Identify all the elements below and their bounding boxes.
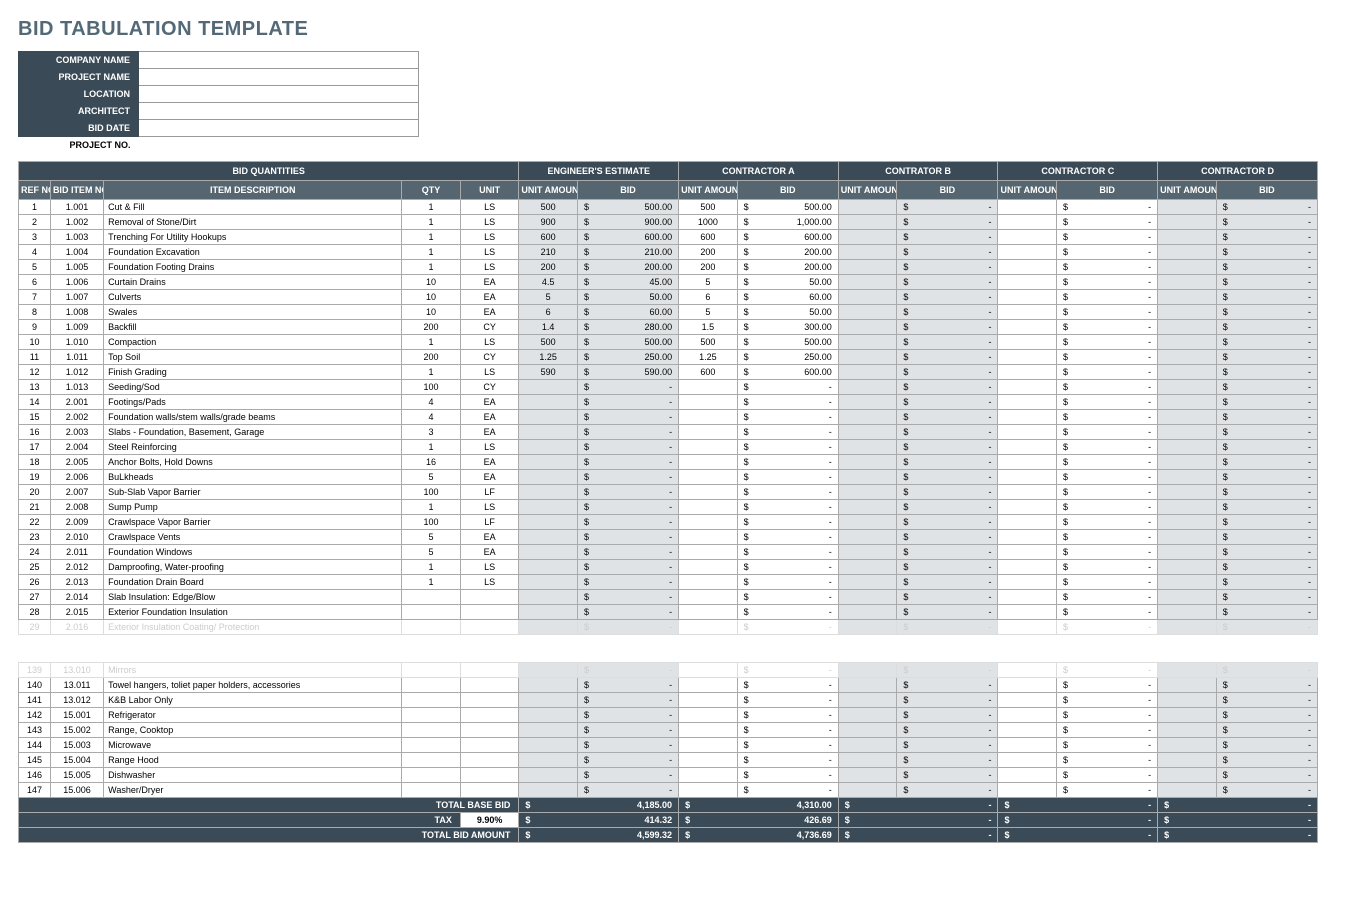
hdr-engineer: ENGINEER'S ESTIMATE bbox=[519, 162, 679, 181]
hdr-c-ua: UNIT AMOUNT bbox=[998, 181, 1057, 200]
table-row: 14315.002Range, Cooktop----- bbox=[19, 723, 1318, 738]
table-row: 14113.012K&B Labor Only----- bbox=[19, 693, 1318, 708]
hdr-ca: CONTRACTOR A bbox=[679, 162, 839, 181]
hdr-a-ua: UNIT AMOUNT bbox=[679, 181, 738, 200]
table-row: 192.006BuLkheads5EA----- bbox=[19, 470, 1318, 485]
value-architect[interactable] bbox=[139, 103, 419, 120]
table-row: 252.012Damproofing, Water-proofing1LS---… bbox=[19, 560, 1318, 575]
page-title: BID TABULATION TEMPLATE bbox=[18, 18, 1339, 41]
hdr-cc: CONTRACTOR C bbox=[998, 162, 1158, 181]
bid-table: BID QUANTITIES ENGINEER'S ESTIMATE CONTR… bbox=[18, 161, 1318, 843]
label-project: PROJECT NAME bbox=[19, 69, 139, 86]
hdr-cb: CONTRATOR B bbox=[838, 162, 998, 181]
table-row: 101.010Compaction1LS500500.00500500.00--… bbox=[19, 335, 1318, 350]
table-row: 71.007Culverts10EA550.00660.00--- bbox=[19, 290, 1318, 305]
table-row: 282.015Exterior Foundation Insulation---… bbox=[19, 605, 1318, 620]
value-location[interactable] bbox=[139, 86, 419, 103]
table-row: 142.001Footings/Pads4EA----- bbox=[19, 395, 1318, 410]
table-row: 272.014Slab Insulation: Edge/Blow----- bbox=[19, 590, 1318, 605]
table-row: 14013.011Towel hangers, toliet paper hol… bbox=[19, 678, 1318, 693]
hdr-b-bid: BID bbox=[897, 181, 998, 200]
hdr-desc: ITEM DESCRIPTION bbox=[104, 181, 402, 200]
project-info-table: COMPANY NAME PROJECT NAME LOCATION ARCHI… bbox=[18, 51, 419, 153]
hdr-ref: REF NO. bbox=[19, 181, 51, 200]
row-total-base: TOTAL BASE BID 4,185.00 4,310.00 - - - bbox=[19, 798, 1318, 813]
row-total-bid: TOTAL BID AMOUNT 4,599.32 4,736.69 - - - bbox=[19, 828, 1318, 843]
hdr-bid-quantities: BID QUANTITIES bbox=[19, 162, 519, 181]
hdr-biditem: BID ITEM NO. bbox=[50, 181, 103, 200]
table-row: 41.004Foundation Excavation1LS210210.002… bbox=[19, 245, 1318, 260]
hdr-a-bid: BID bbox=[737, 181, 838, 200]
table-row: 152.002Foundation walls/stem walls/grade… bbox=[19, 410, 1318, 425]
hdr-c-bid: BID bbox=[1057, 181, 1158, 200]
table-row: 202.007Sub-Slab Vapor Barrier100LF----- bbox=[19, 485, 1318, 500]
label-architect: ARCHITECT bbox=[19, 103, 139, 120]
row-tax: TAX 9.90% 414.32 426.69 - - - bbox=[19, 813, 1318, 828]
tax-rate[interactable]: 9.90% bbox=[460, 813, 519, 828]
value-project[interactable] bbox=[139, 69, 419, 86]
label-biddate: BID DATE bbox=[19, 120, 139, 137]
table-row: 172.004Steel Reinforcing1LS----- bbox=[19, 440, 1318, 455]
label-projectno: PROJECT NO. bbox=[19, 137, 139, 154]
table-row: 111.011Top Soil200CY1.25250.001.25250.00… bbox=[19, 350, 1318, 365]
table-row-fade: 292.016Exterior Insulation Coating/ Prot… bbox=[19, 620, 1318, 635]
table-row: 182.005Anchor Bolts, Hold Downs16EA----- bbox=[19, 455, 1318, 470]
table-row: 222.009Crawlspace Vapor Barrier100LF----… bbox=[19, 515, 1318, 530]
hdr-e-ua: UNIT AMOUNT bbox=[519, 181, 578, 200]
value-projectno[interactable] bbox=[139, 137, 419, 154]
hdr-d-bid: BID bbox=[1216, 181, 1317, 200]
table-row: 162.003Slabs - Foundation, Basement, Gar… bbox=[19, 425, 1318, 440]
hdr-e-bid: BID bbox=[577, 181, 678, 200]
label-company: COMPANY NAME bbox=[19, 52, 139, 69]
table-row: 11.001Cut & Fill1LS500500.00500500.00--- bbox=[19, 200, 1318, 215]
table-row: 14415.003Microwave----- bbox=[19, 738, 1318, 753]
table-row: 212.008Sump Pump1LS----- bbox=[19, 500, 1318, 515]
table-row: 121.012Finish Grading1LS590590.00600600.… bbox=[19, 365, 1318, 380]
hdr-qty: QTY bbox=[402, 181, 461, 200]
label-location: LOCATION bbox=[19, 86, 139, 103]
table-row: 51.005Foundation Footing Drains1LS200200… bbox=[19, 260, 1318, 275]
table-row: 262.013Foundation Drain Board1LS----- bbox=[19, 575, 1318, 590]
hdr-unit: UNIT bbox=[460, 181, 519, 200]
table-row: 91.009Backfill200CY1.4280.001.5300.00--- bbox=[19, 320, 1318, 335]
table-row: 14215.001Refrigerator----- bbox=[19, 708, 1318, 723]
hdr-cd: CONTRACTOR D bbox=[1158, 162, 1318, 181]
hdr-b-ua: UNIT AMOUNT bbox=[838, 181, 897, 200]
value-company[interactable] bbox=[139, 52, 419, 69]
value-biddate[interactable] bbox=[139, 120, 419, 137]
table-row: 232.010Crawlspace Vents5EA----- bbox=[19, 530, 1318, 545]
table-row: 81.008Swales10EA660.00550.00--- bbox=[19, 305, 1318, 320]
table-row: 14515.004Range Hood----- bbox=[19, 753, 1318, 768]
table-row: 14715.006Washer/Dryer----- bbox=[19, 783, 1318, 798]
table-row: 31.003Trenching For Utility Hookups1LS60… bbox=[19, 230, 1318, 245]
table-row: 14615.005Dishwasher----- bbox=[19, 768, 1318, 783]
table-row: 242.011Foundation Windows5EA----- bbox=[19, 545, 1318, 560]
hdr-d-ua: UNIT AMOUNT bbox=[1158, 181, 1217, 200]
table-row: 131.013Seeding/Sod100CY----- bbox=[19, 380, 1318, 395]
table-row: 61.006Curtain Drains10EA4.545.00550.00--… bbox=[19, 275, 1318, 290]
table-row-fade: 13913.010Mirrors ----- bbox=[19, 663, 1318, 678]
table-row: 21.002Removal of Stone/Dirt1LS900900.001… bbox=[19, 215, 1318, 230]
